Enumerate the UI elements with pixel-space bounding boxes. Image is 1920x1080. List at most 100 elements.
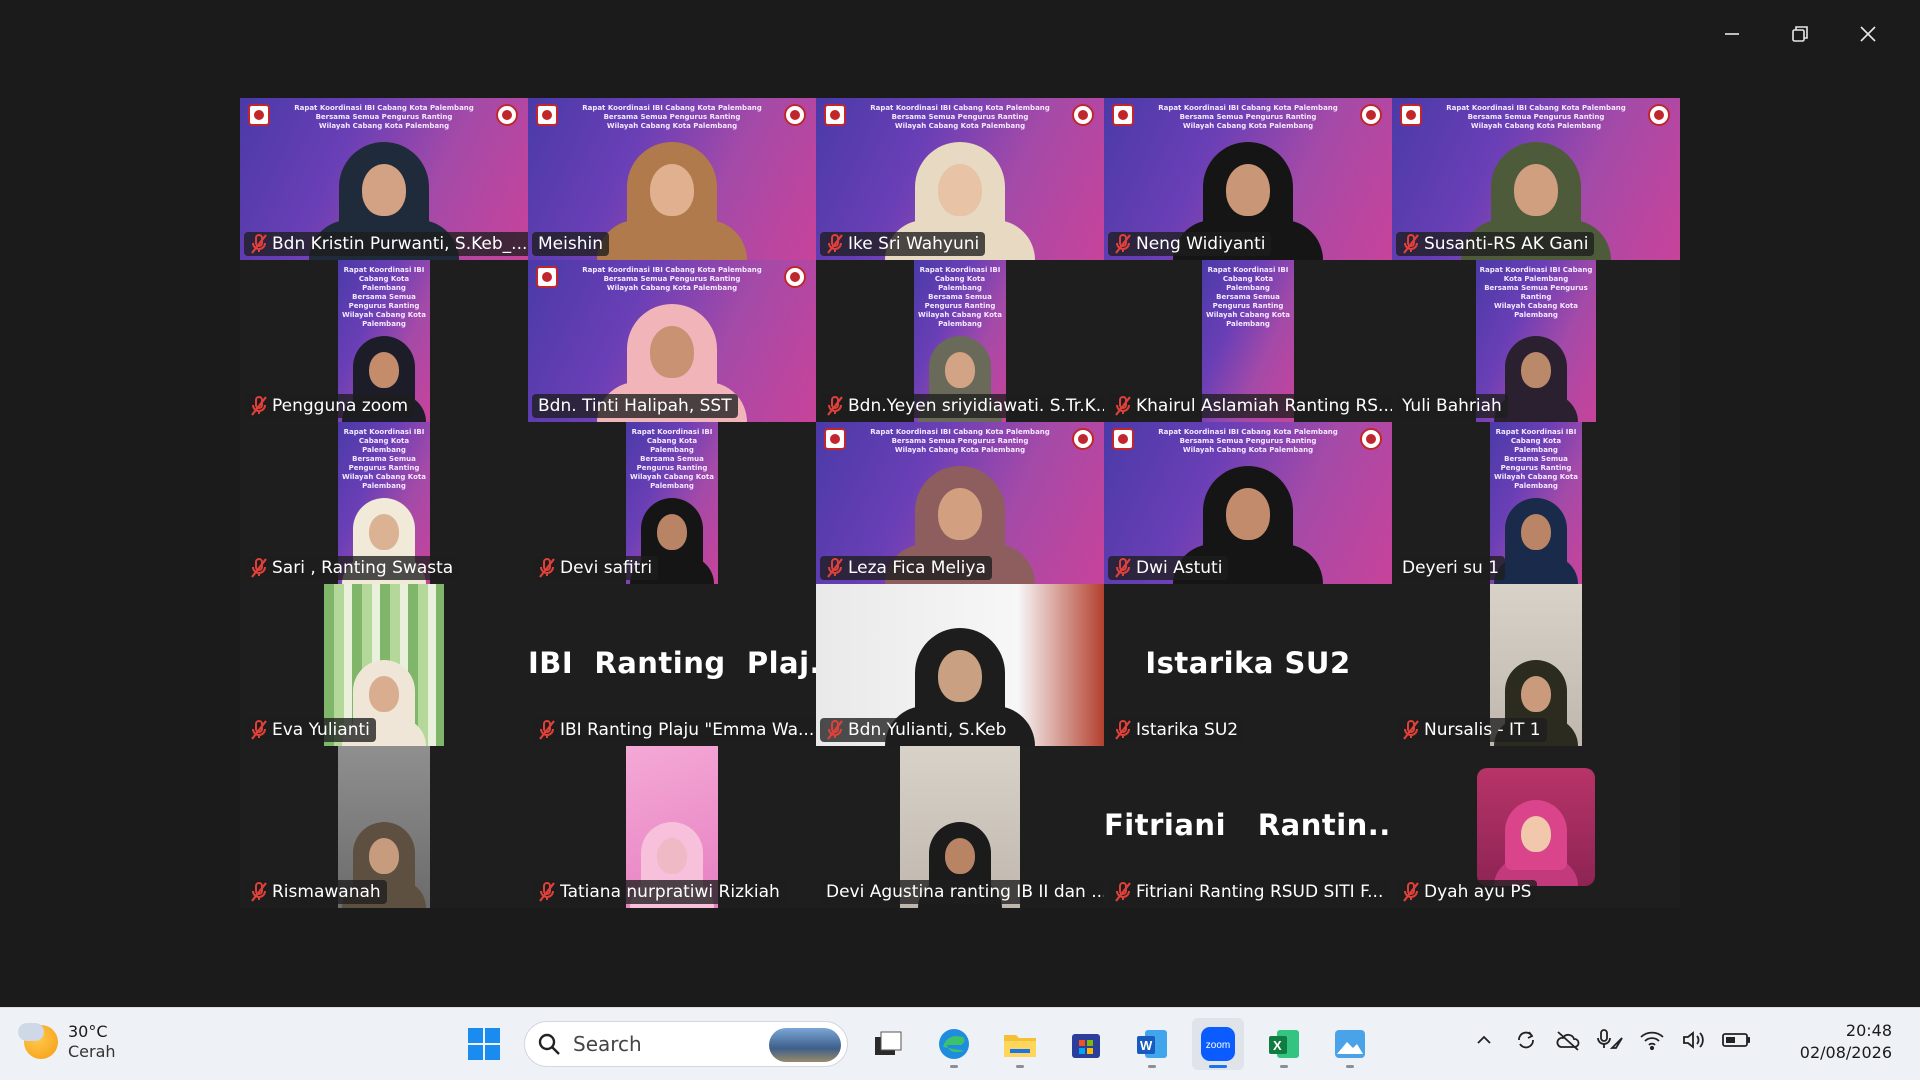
participant-name: Dwi Astuti	[1136, 558, 1223, 578]
running-indicator	[1148, 1065, 1156, 1068]
microphone-location-icon	[1597, 1029, 1623, 1049]
participant-tile[interactable]: Bdn.Yulianti, S.Keb	[816, 584, 1104, 746]
participant-name: Bdn.Yeyen sriyidiawati. S.Tr.K...	[848, 396, 1104, 416]
participant-tile[interactable]: Rapat Koordinasi IBI Cabang Kota Palemba…	[528, 422, 816, 584]
volume-button[interactable]	[1680, 1026, 1708, 1054]
word-button[interactable]: W	[1126, 1018, 1178, 1070]
participant-tile[interactable]: Rapat Koordinasi IBI Cabang Kota Palemba…	[240, 422, 528, 584]
participant-name: Nursalis - IT 1	[1424, 720, 1541, 740]
participant-tile[interactable]: Fitriani Rantin... Fitriani Ranting RSUD …	[1104, 746, 1392, 908]
participant-tile[interactable]: Dyah ayu PS	[1392, 746, 1680, 908]
participant-name-tag: Bdn.Yulianti, S.Keb	[820, 718, 1013, 742]
participant-display-name: Fitriani Rantin...	[1104, 808, 1392, 842]
virtual-background-banner: Rapat Koordinasi IBI Cabang Kota Palemba…	[582, 104, 762, 130]
wifi-button[interactable]	[1638, 1026, 1666, 1054]
excel-icon: X	[1269, 1030, 1299, 1058]
participant-tile[interactable]: Rapat Koordinasi IBI Cabang Kota Palemba…	[1392, 98, 1680, 260]
photos-button[interactable]	[1324, 1018, 1376, 1070]
participant-figure	[1494, 498, 1578, 584]
taskbar-clock[interactable]: 20:48 02/08/2026	[1800, 1020, 1892, 1064]
participant-tile[interactable]: Istarika SU2 Istarika SU2	[1104, 584, 1392, 746]
participant-tile[interactable]: Tatiana nurpratiwi Rizkiah	[528, 746, 816, 908]
participant-name-tag: IBI Ranting Plaju "Emma Wa...	[532, 718, 816, 742]
participant-name: Bdn Kristin Purwanti, S.Keb_...	[272, 234, 528, 254]
show-hidden-icons-button[interactable]	[1470, 1026, 1498, 1054]
participant-avatar	[1494, 800, 1578, 886]
task-view-button[interactable]	[862, 1018, 914, 1070]
participant-name: Dyah ayu PS	[1424, 882, 1532, 902]
participant-tile[interactable]: Devi Agustina ranting IB II dan ...	[816, 746, 1104, 908]
participant-display-name: Istarika SU2	[1145, 646, 1351, 680]
muted-microphone-icon	[1114, 396, 1132, 416]
participant-name: Istarika SU2	[1136, 720, 1239, 740]
microsoft-store-button[interactable]	[1060, 1018, 1112, 1070]
restore-button[interactable]	[1766, 14, 1834, 54]
participant-tile[interactable]: IBI Ranting Plaj... IBI Ranting Plaju "Em…	[528, 584, 816, 746]
participant-name: Leza Fica Meliya	[848, 558, 986, 578]
virtual-background-banner: Rapat Koordinasi IBI Cabang Kota Palemba…	[630, 428, 714, 490]
participant-tile[interactable]: Nursalis - IT 1	[1392, 584, 1680, 746]
participant-name-tag: Bdn Kristin Purwanti, S.Keb_...	[244, 232, 528, 256]
virtual-background-banner: Rapat Koordinasi IBI Cabang Kota Palemba…	[342, 428, 426, 490]
battery-button[interactable]	[1722, 1026, 1750, 1054]
clock-time: 20:48	[1845, 1021, 1892, 1040]
zoom-button[interactable]: zoom	[1192, 1018, 1244, 1070]
participant-tile[interactable]: Rapat Koordinasi IBI Cabang Kota Palemba…	[1104, 98, 1392, 260]
participant-tile[interactable]: Rapat Koordinasi IBI Cabang Kota Palemba…	[816, 98, 1104, 260]
taskbar-search[interactable]: Search	[524, 1021, 848, 1067]
muted-microphone-icon	[826, 396, 844, 416]
file-explorer-button[interactable]	[994, 1018, 1046, 1070]
participant-name-tag: Deyeri su 1	[1396, 556, 1506, 580]
excel-button[interactable]: X	[1258, 1018, 1310, 1070]
participant-tile[interactable]: Rapat Koordinasi IBI Cabang Kota Palemba…	[528, 260, 816, 422]
participant-name-tag: Bdn. Tinti Halipah, SST	[532, 394, 738, 418]
participant-tile[interactable]: Eva Yulianti	[240, 584, 528, 746]
close-icon	[1860, 26, 1876, 42]
running-indicator	[1209, 1065, 1227, 1068]
microphone-tray-button[interactable]	[1596, 1026, 1624, 1054]
close-button[interactable]	[1834, 14, 1902, 54]
participant-tile[interactable]: Rapat Koordinasi IBI Cabang Kota Palemba…	[1104, 422, 1392, 584]
taskbar-apps: Search W zoom X	[458, 1018, 1376, 1070]
participant-name: Eva Yulianti	[272, 720, 370, 740]
participant-name-tag: Pengguna zoom	[244, 394, 415, 418]
edge-button[interactable]	[928, 1018, 980, 1070]
participant-tile[interactable]: Rapat Koordinasi IBI Cabang Kota Palemba…	[240, 260, 528, 422]
muted-microphone-icon	[826, 234, 844, 254]
participant-tile[interactable]: Rapat Koordinasi IBI Cabang Kota Palemba…	[816, 422, 1104, 584]
participant-display-name: IBI Ranting Plaj...	[528, 646, 816, 680]
restore-icon	[1792, 26, 1808, 42]
participant-name-tag: Devi safitri	[532, 556, 659, 580]
participant-name-tag: Fitriani Ranting RSUD SITI F...	[1108, 880, 1390, 904]
sync-tray-button[interactable]	[1512, 1026, 1540, 1054]
participant-figure	[597, 142, 747, 260]
virtual-background-banner: Rapat Koordinasi IBI Cabang Kota Palemba…	[918, 266, 1002, 328]
participant-name: Fitriani Ranting RSUD SITI F...	[1136, 882, 1384, 902]
onedrive-tray-button[interactable]	[1554, 1026, 1582, 1054]
participant-tile[interactable]: Rismawanah	[240, 746, 528, 908]
participant-name-tag: Bdn.Yeyen sriyidiawati. S.Tr.K...	[820, 394, 1104, 418]
edge-icon	[939, 1029, 969, 1059]
weather-widget[interactable]: 30°C Cerah	[18, 1022, 116, 1062]
zoom-label: zoom	[1206, 1040, 1230, 1051]
search-highlight-image	[769, 1028, 841, 1062]
participant-tile[interactable]: Rapat Koordinasi IBI Cabang Kota Palemba…	[528, 98, 816, 260]
muted-microphone-icon	[1402, 234, 1420, 254]
participant-name-tag: Khairul Aslamiah Ranting RS...	[1108, 394, 1392, 418]
participant-tile[interactable]: Rapat Koordinasi IBI Cabang Kota Palemba…	[1392, 422, 1680, 584]
participant-tile[interactable]: Rapat Koordinasi IBI Cabang Kota Palemba…	[240, 98, 528, 260]
muted-microphone-icon	[538, 558, 556, 578]
participant-tile[interactable]: Rapat Koordinasi IBI Cabang Kota Palemba…	[816, 260, 1104, 422]
minimize-button[interactable]	[1698, 14, 1766, 54]
minimize-icon	[1725, 33, 1739, 35]
participant-name: Neng Widiyanti	[1136, 234, 1266, 254]
start-button[interactable]	[458, 1018, 510, 1070]
participant-tile[interactable]: Rapat Koordinasi IBI Cabang Kota Palemba…	[1104, 260, 1392, 422]
participant-name: Devi safitri	[560, 558, 653, 578]
virtual-background-banner: Rapat Koordinasi IBI Cabang Kota Palemba…	[1479, 266, 1593, 319]
muted-microphone-icon	[538, 720, 556, 740]
participant-tile[interactable]: Rapat Koordinasi IBI Cabang Kota Palemba…	[1392, 260, 1680, 422]
weather-sun-icon	[18, 1023, 58, 1059]
weather-description: Cerah	[68, 1042, 116, 1061]
muted-microphone-icon	[250, 558, 268, 578]
